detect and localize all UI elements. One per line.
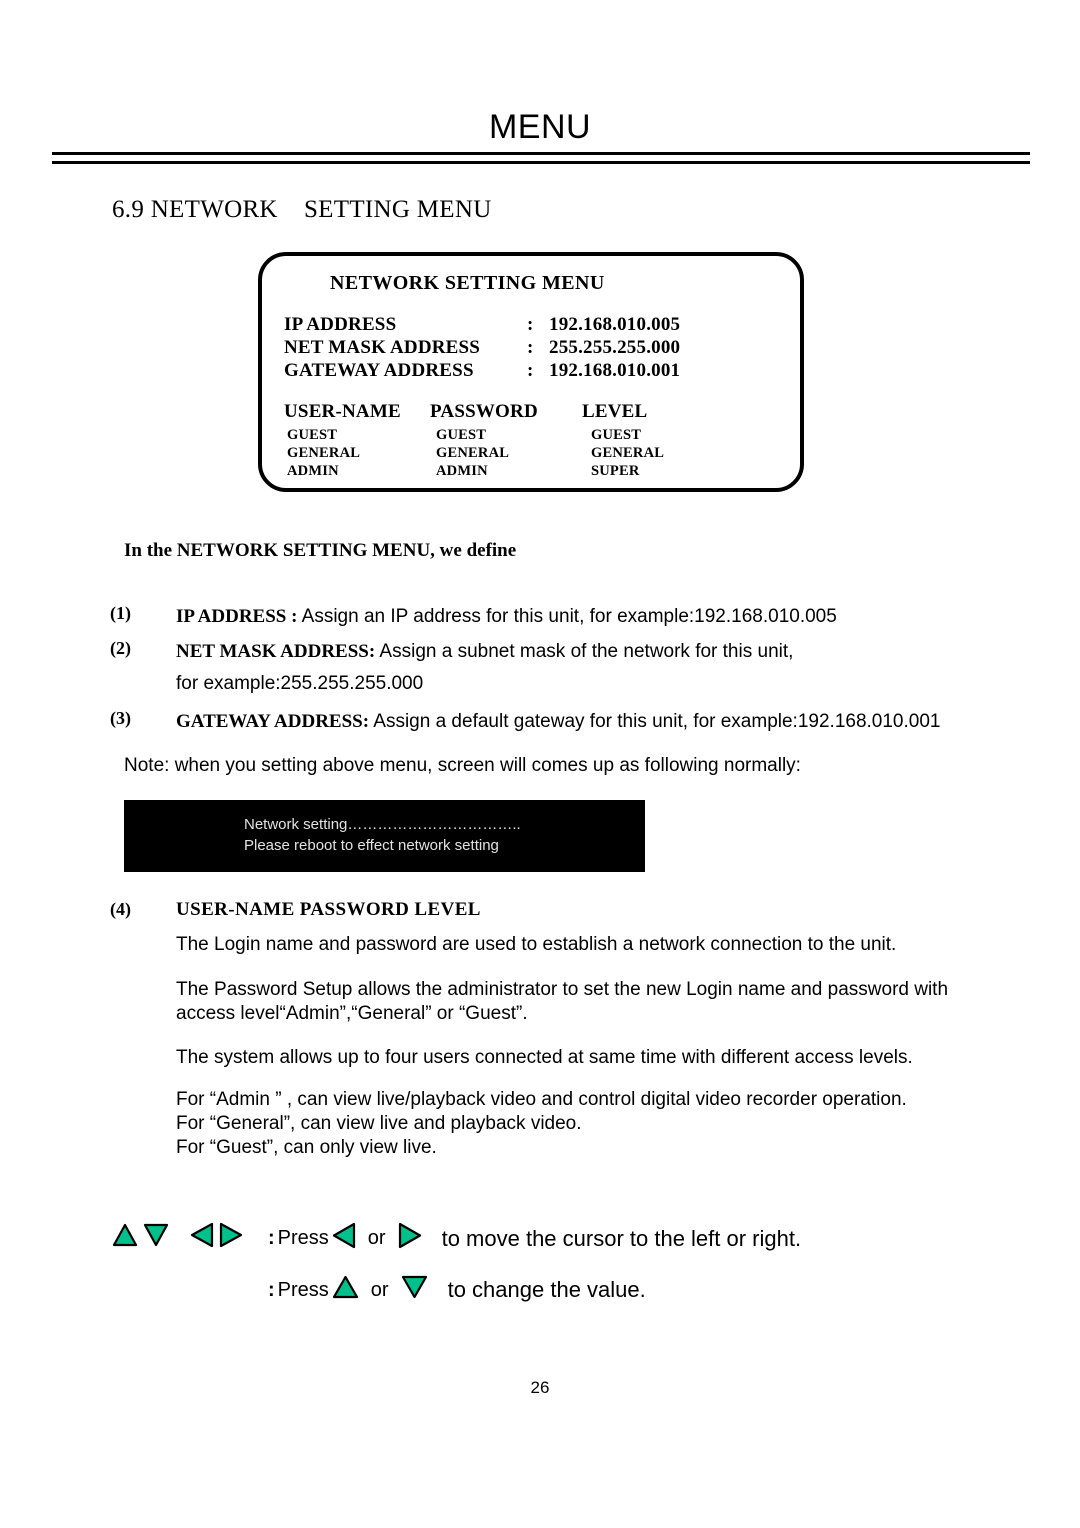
arrow-key-cluster — [112, 1222, 243, 1253]
network-setting-menu-box: NETWORK SETTING MENU IP ADDRESS : 192.16… — [258, 252, 804, 492]
legend-press-label: Press — [277, 1278, 329, 1301]
legend-colon: : — [268, 1227, 275, 1249]
osd-field-label: NET MASK ADDRESS — [284, 337, 481, 358]
cell-password: GENERAL — [436, 445, 510, 461]
item-2-continuation: for example:255.255.255.000 — [176, 673, 424, 694]
legend-line-vertical: : Press or to change the value. — [268, 1275, 646, 1305]
column-header-level: LEVEL — [582, 401, 648, 422]
triangle-right-icon — [219, 1222, 243, 1253]
item-rest: Assign a subnet mask of the network for … — [375, 641, 794, 662]
item-rest: Assign a default gateway for this unit, … — [369, 711, 941, 732]
osd-field-list: IP ADDRESS : 192.168.010.005 NET MASK AD… — [284, 314, 784, 383]
item-bold-label: IP ADDRESS : — [176, 606, 298, 627]
triangle-down-icon[interactable] — [401, 1275, 428, 1305]
define-intro-line: In the NETWORK SETTING MENU, we define — [124, 540, 517, 561]
note-line: Note: when you setting above menu, scree… — [124, 755, 801, 776]
table-row[interactable]: GUEST GUEST GUEST — [284, 427, 794, 445]
legend-or-label: or — [367, 1227, 386, 1249]
column-header-user-name: USER-NAME — [284, 401, 401, 422]
triangle-left-icon[interactable] — [332, 1222, 356, 1255]
section4-paragraph-3: access level“Admin”,“General” or “Guest”… — [176, 1003, 528, 1024]
item-number: (2) — [110, 638, 131, 658]
cell-level: SUPER — [591, 463, 640, 479]
osd-message-text: Network setting…………………………….. Please rebo… — [244, 814, 521, 856]
header-rule-top — [52, 152, 1030, 155]
item-bold-label: NET MASK ADDRESS: — [176, 641, 376, 662]
osd-menu-title: NETWORK SETTING MENU — [330, 272, 605, 294]
table-row[interactable]: ADMIN ADMIN SUPER — [284, 463, 794, 481]
item-number: (3) — [110, 708, 131, 728]
osd-field-colon: : — [527, 314, 534, 335]
osd-field-ip-address: IP ADDRESS : 192.168.010.005 — [284, 314, 784, 337]
triangle-left-icon — [190, 1222, 214, 1253]
osd-field-value[interactable]: 192.168.010.005 — [549, 314, 680, 336]
osd-field-colon: : — [527, 337, 534, 358]
table-row[interactable]: GENERAL GENERAL GENERAL — [284, 445, 794, 463]
item-text: IP ADDRESS : Assign an IP address for th… — [176, 603, 1006, 631]
legend-description: to move the cursor to the left or right. — [441, 1225, 802, 1251]
table-header-row: USER-NAME PASSWORD LEVEL — [284, 401, 794, 427]
osd-field-label: IP ADDRESS — [284, 314, 397, 335]
item-rest: Assign an IP address for this unit, for … — [297, 606, 837, 627]
item-bold-label: GATEWAY ADDRESS: — [176, 711, 370, 732]
triangle-down-icon — [143, 1223, 169, 1252]
user-credentials-table: USER-NAME PASSWORD LEVEL GUEST GUEST GUE… — [284, 401, 794, 481]
section4-title: USER-NAME PASSWORD LEVEL — [176, 899, 481, 920]
cell-user-name: GUEST — [287, 427, 338, 443]
legend-colon: : — [268, 1278, 275, 1301]
item-text: GATEWAY ADDRESS: Assign a default gatewa… — [176, 708, 1006, 736]
cell-password: ADMIN — [436, 463, 488, 479]
osd-field-colon: : — [527, 360, 534, 381]
section-heading: 6.9 NETWORK SETTING MENU — [112, 196, 492, 223]
osd-field-label: GATEWAY ADDRESS — [284, 360, 474, 381]
osd-message-box: Network setting…………………………….. Please rebo… — [124, 800, 645, 872]
triangle-up-icon — [112, 1223, 138, 1252]
section4-paragraph-6: For “General”, can view live and playbac… — [176, 1113, 582, 1134]
section4-paragraph-4: The system allows up to four users conne… — [176, 1047, 913, 1068]
osd-message-line-1: Network setting…………………………….. — [244, 816, 521, 833]
header-divider — [52, 152, 1030, 164]
section4-paragraph-1: The Login name and password are used to … — [176, 934, 897, 955]
legend-or-label: or — [370, 1278, 389, 1301]
osd-field-value[interactable]: 192.168.010.001 — [549, 360, 680, 382]
cell-level: GUEST — [591, 427, 642, 443]
legend-description: to change the value. — [447, 1277, 646, 1302]
cell-level: GENERAL — [591, 445, 665, 461]
osd-field-gateway-address: GATEWAY ADDRESS : 192.168.010.001 — [284, 360, 784, 383]
section4-paragraph-7: For “Guest”, can only view live. — [176, 1137, 437, 1158]
osd-message-line-2: Please reboot to effect network setting — [244, 837, 499, 854]
cell-password: GUEST — [436, 427, 487, 443]
section4-paragraph-2: The Password Setup allows the administra… — [176, 979, 949, 1000]
legend-press-label: Press — [277, 1227, 329, 1249]
triangle-up-icon[interactable] — [332, 1275, 359, 1305]
section4-number: (4) — [110, 899, 131, 919]
column-header-password: PASSWORD — [430, 401, 538, 422]
legend-line-horizontal: : Press or to move the cursor to the lef… — [268, 1222, 801, 1255]
section4-paragraph-5: For “Admin ” , can view live/playback vi… — [176, 1089, 907, 1110]
header-rule-bottom — [52, 161, 1030, 164]
item-text: NET MASK ADDRESS: Assign a subnet mask o… — [176, 638, 1006, 666]
osd-field-net-mask-address: NET MASK ADDRESS : 255.255.255.000 — [284, 337, 784, 360]
cell-user-name: ADMIN — [287, 463, 339, 479]
page-title: MENU — [488, 108, 592, 146]
osd-field-value[interactable]: 255.255.255.000 — [549, 337, 680, 359]
cell-user-name: GENERAL — [287, 445, 361, 461]
page-number: 26 — [530, 1378, 550, 1397]
item-number: (1) — [110, 603, 131, 623]
triangle-right-icon[interactable] — [398, 1222, 422, 1255]
